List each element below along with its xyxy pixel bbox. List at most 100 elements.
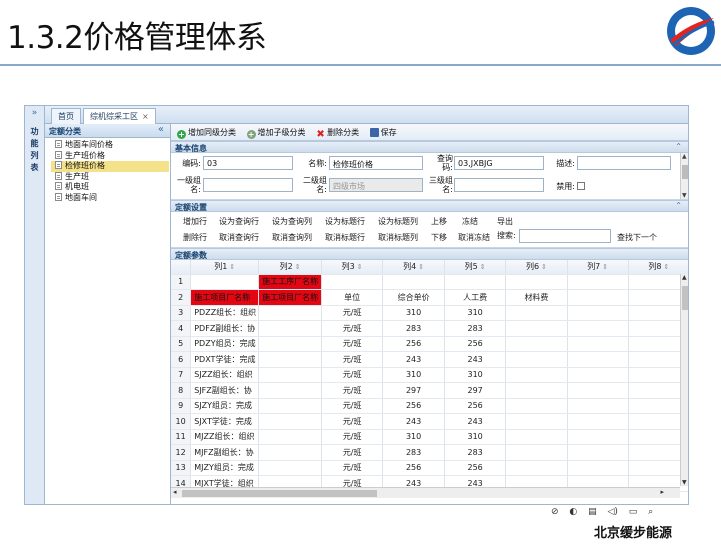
table-row[interactable]: 5 PDZY组员：完成 元/班 256 256 bbox=[171, 336, 688, 352]
delete-row-button[interactable]: 删除行 bbox=[183, 232, 207, 243]
grid-cell[interactable]: SJZY组员：完成 bbox=[190, 398, 260, 414]
grid-cell[interactable] bbox=[505, 429, 568, 445]
grid-cell[interactable]: PDZZ组长：组织 bbox=[190, 305, 260, 321]
collapse-panel-icon[interactable]: « bbox=[158, 124, 164, 135]
description-field[interactable] bbox=[577, 156, 671, 170]
table-row[interactable]: 7 SJZZ组长：组织 元/班 310 310 bbox=[171, 367, 688, 383]
grid-cell[interactable] bbox=[567, 289, 629, 306]
column-header[interactable]: 列1 ⇕ bbox=[190, 260, 260, 275]
grid-cell[interactable] bbox=[321, 274, 384, 290]
expand-rail-icon[interactable]: » bbox=[25, 108, 44, 118]
export-button[interactable]: 导出 bbox=[497, 216, 513, 227]
grid-cell[interactable] bbox=[258, 367, 323, 383]
column-header[interactable]: 列7 ⇕ bbox=[567, 260, 629, 275]
scroll-up-icon[interactable]: ▲ bbox=[682, 153, 687, 160]
grid-cell[interactable] bbox=[567, 367, 629, 383]
table-row[interactable]: 3 PDZZ组长：组织 元/班 310 310 bbox=[171, 305, 688, 321]
collapse-up-icon[interactable]: ⌃ bbox=[675, 142, 682, 151]
tree-item[interactable]: 地面车间 bbox=[53, 192, 170, 204]
grid-cell[interactable] bbox=[505, 320, 568, 337]
grid-cell[interactable]: SJZZ组长：组织 bbox=[190, 367, 260, 383]
disabled-checkbox[interactable] bbox=[577, 182, 585, 190]
scroll-thumb[interactable] bbox=[682, 165, 688, 179]
grid-cell[interactable]: PDXT学徒：完成 bbox=[190, 351, 260, 368]
grid-cell[interactable]: 元/班 bbox=[321, 460, 384, 476]
grid-cell[interactable] bbox=[258, 320, 323, 337]
grid-cell[interactable]: 310 bbox=[382, 367, 445, 383]
grid-cell[interactable] bbox=[505, 351, 568, 368]
table-row[interactable]: 2 施工项目厂名称 施工项目厂名称 单位 综合单价 人工费 材料费 bbox=[171, 289, 688, 306]
grid-cell[interactable]: 310 bbox=[382, 429, 445, 445]
tree-item[interactable]: 生产班价格 bbox=[53, 150, 170, 162]
add-row-button[interactable]: 增加行 bbox=[183, 216, 207, 227]
grid-cell[interactable] bbox=[505, 336, 568, 352]
grid-cell[interactable]: 256 bbox=[444, 398, 507, 414]
grid-cell[interactable]: 283 bbox=[444, 444, 507, 461]
grid-cell[interactable] bbox=[258, 398, 323, 414]
column-header[interactable]: 列4 ⇕ bbox=[382, 260, 445, 275]
grid-cell[interactable]: 310 bbox=[444, 305, 507, 321]
query-code-field[interactable]: 03,JXBJG bbox=[454, 156, 544, 170]
sort-icon[interactable]: ⇕ bbox=[418, 263, 424, 271]
column-header[interactable]: 列5 ⇕ bbox=[444, 260, 507, 275]
cancel-title-col-button[interactable]: 取消标题列 bbox=[378, 232, 418, 243]
grid-cell[interactable] bbox=[505, 274, 568, 290]
grid-horizontal-scrollbar[interactable]: ◂ ▸ bbox=[171, 487, 680, 498]
scroll-thumb[interactable] bbox=[682, 286, 688, 310]
move-up-button[interactable]: 上移 bbox=[431, 216, 447, 227]
grid-cell[interactable]: 综合单价 bbox=[382, 289, 445, 306]
unfreeze-button[interactable]: 取消冻结 bbox=[458, 232, 490, 243]
table-row[interactable]: 9 SJZY组员：完成 元/班 256 256 bbox=[171, 398, 688, 414]
level2-field[interactable]: 四级市场 bbox=[329, 178, 423, 192]
grid-cell[interactable]: PDFZ副组长：协 bbox=[190, 320, 260, 337]
grid-cell[interactable]: 材料费 bbox=[505, 289, 568, 306]
grid-cell[interactable] bbox=[190, 274, 260, 290]
grid-cell[interactable] bbox=[567, 336, 629, 352]
close-icon[interactable]: × bbox=[142, 112, 149, 121]
grid-cell[interactable] bbox=[505, 398, 568, 414]
tree-item[interactable]: 生产班 bbox=[53, 171, 170, 183]
grid-cell[interactable] bbox=[505, 305, 568, 321]
tree-item-selected[interactable]: 检修班价格 bbox=[51, 161, 169, 172]
set-query-row-button[interactable]: 设为查询行 bbox=[219, 216, 259, 227]
basic-info-header[interactable]: 基本信息 ⌃ bbox=[171, 141, 688, 153]
code-field[interactable]: 03 bbox=[203, 156, 293, 170]
grid-cell[interactable]: 256 bbox=[382, 398, 445, 414]
grid-cell[interactable] bbox=[258, 413, 323, 430]
grid-cell[interactable]: 256 bbox=[444, 460, 507, 476]
sort-icon[interactable]: ⇕ bbox=[480, 263, 486, 271]
grid-cell[interactable] bbox=[444, 274, 507, 290]
scroll-right-icon[interactable]: ▸ bbox=[660, 488, 664, 496]
scroll-thumb[interactable] bbox=[182, 490, 377, 497]
grid-cell[interactable]: 单位 bbox=[321, 289, 384, 306]
grid-cell[interactable] bbox=[505, 460, 568, 476]
level1-field[interactable] bbox=[203, 178, 293, 192]
grid-cell[interactable]: 243 bbox=[444, 413, 507, 430]
grid-cell[interactable]: 256 bbox=[382, 460, 445, 476]
delete-category-button[interactable]: ✖ 删除分类 bbox=[316, 127, 359, 140]
grid-cell[interactable]: 243 bbox=[444, 351, 507, 368]
grid-cell[interactable]: 310 bbox=[444, 367, 507, 383]
column-header[interactable]: 列3 ⇕ bbox=[321, 260, 384, 275]
grid-cell[interactable]: 243 bbox=[382, 351, 445, 368]
function-list-rail[interactable]: » 功 能 列 表 bbox=[25, 106, 45, 504]
grid-cell[interactable]: 243 bbox=[382, 413, 445, 430]
grid-cell[interactable] bbox=[258, 460, 323, 476]
set-query-col-button[interactable]: 设为查询列 bbox=[272, 216, 312, 227]
grid-cell[interactable]: 283 bbox=[444, 320, 507, 337]
table-row[interactable]: 6 PDXT学徒：完成 元/班 243 243 bbox=[171, 351, 688, 368]
scroll-up-icon[interactable]: ▲ bbox=[682, 274, 687, 281]
grid-cell[interactable]: MJZY组员：完成 bbox=[190, 460, 260, 476]
grid-cell[interactable]: MJZZ组长：组织 bbox=[190, 429, 260, 445]
column-header[interactable]: 列8 ⇕ bbox=[628, 260, 688, 275]
add-sibling-button[interactable]: + 增加同级分类 bbox=[177, 127, 236, 139]
grid-cell[interactable]: 元/班 bbox=[321, 444, 384, 461]
freeze-button[interactable]: 冻结 bbox=[462, 216, 478, 227]
grid-cell[interactable] bbox=[567, 382, 629, 399]
grid-cell[interactable] bbox=[258, 382, 323, 399]
settings-header[interactable]: 定额设置 ⌃ bbox=[171, 200, 688, 212]
grid-cell[interactable] bbox=[258, 305, 323, 321]
tree-item[interactable]: 机电班 bbox=[53, 182, 170, 193]
grid-cell[interactable]: 元/班 bbox=[321, 382, 384, 399]
tab-mining-area[interactable]: 综机综采工区 × bbox=[83, 108, 156, 124]
